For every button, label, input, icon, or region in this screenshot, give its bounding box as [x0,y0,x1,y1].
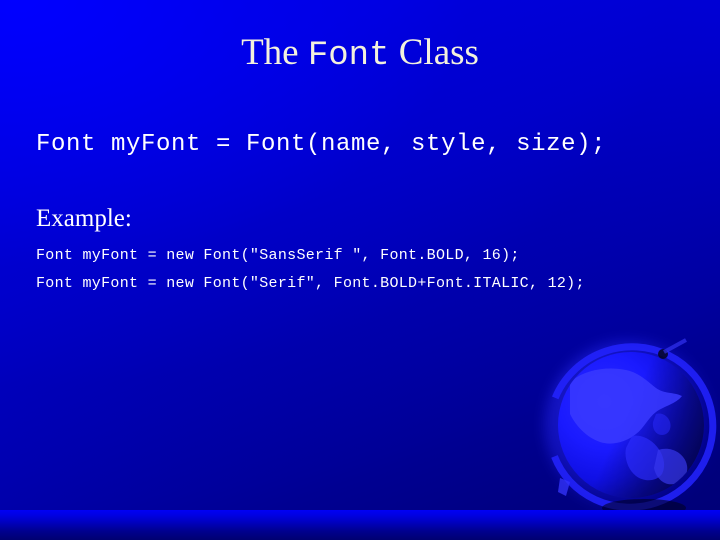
background-gradient-wash [0,0,720,540]
title-part-2: Class [389,32,479,73]
page-title: The Font Class [0,32,720,76]
globe-details-icon [545,338,717,517]
globe-sphere [558,352,704,498]
code-line-1: Font myFont = new Font("SansSerif ", Fon… [36,247,520,264]
globe-axis-knob [658,349,668,359]
title-part-1: The [241,32,308,73]
title-class-name: Font [307,37,390,75]
code-line-2: Font myFont = new Font("Serif", Font.BOL… [36,275,585,292]
constructor-signature: Font myFont = Font(name, style, size); [36,131,607,158]
footer-accent-band [0,510,720,540]
globe-glow [544,340,716,512]
globe-stand [558,478,570,496]
example-heading: Example: [36,205,132,232]
globe-watermark-icon [536,330,720,525]
slide: The Font Class Font myFont = Font(name, … [0,0,720,540]
